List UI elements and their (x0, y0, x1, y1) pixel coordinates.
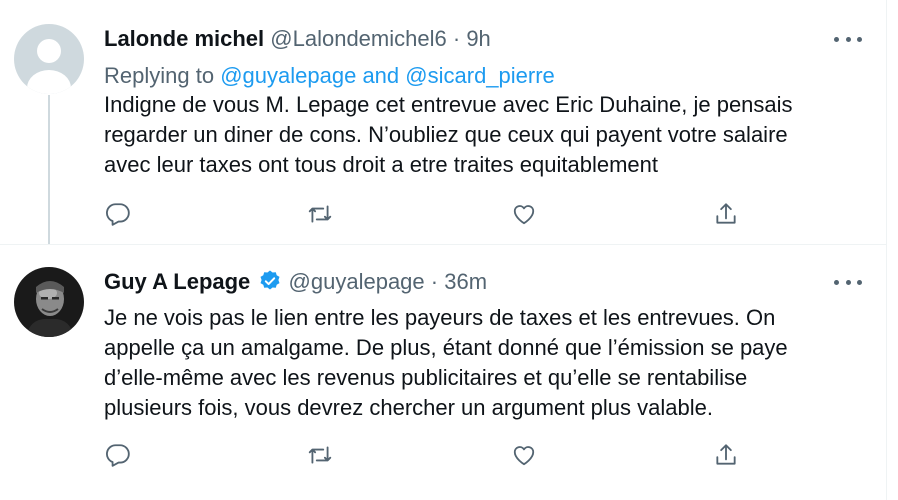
avatar-default[interactable] (14, 24, 84, 94)
retweet-button[interactable] (305, 440, 335, 470)
author-name[interactable]: Guy A Lepage (104, 269, 250, 294)
verified-badge-icon (260, 270, 280, 290)
author-handle[interactable]: @Lalondemichel6 (270, 26, 446, 51)
like-button[interactable] (509, 440, 539, 470)
more-horizontal-icon[interactable] (834, 275, 862, 289)
heart-icon (513, 446, 535, 466)
tweet-timestamp[interactable]: 9h (466, 26, 490, 51)
tweet-text: Je ne vois pas le lien entre les payeurs… (104, 303, 864, 423)
reply-button[interactable] (103, 199, 133, 229)
reply-bubble-icon (106, 203, 130, 226)
share-button[interactable] (711, 199, 741, 229)
tweet-text-line: regarder un diner de cons. N’oubliez que… (104, 122, 788, 147)
avatar-photo[interactable] (14, 267, 84, 337)
tweet-main[interactable]: Guy A Lepage @guyalepage · 36m Je ne voi… (0, 244, 886, 489)
share-button[interactable] (711, 440, 741, 470)
profile-photo-icon (14, 267, 84, 337)
retweet-arrows-icon (308, 446, 332, 464)
retweet-button[interactable] (305, 199, 335, 229)
default-avatar-icon (14, 24, 84, 94)
tweet-text-line: Indigne de vous M. Lepage cet entrevue a… (104, 92, 793, 117)
reply-button[interactable] (103, 440, 133, 470)
like-button[interactable] (509, 199, 539, 229)
reply-bubble-icon (106, 444, 130, 467)
mention-link-guyalepage[interactable]: @guyalepage (220, 63, 356, 88)
separator-dot: · (452, 26, 461, 51)
heart-icon (513, 205, 535, 225)
timeline-right-border (886, 0, 887, 500)
tweet-header: Lalonde michel @Lalondemichel6 · 9h (104, 25, 491, 53)
tweet-actions (0, 199, 886, 229)
replying-and-label[interactable]: and (362, 63, 399, 88)
tweet-actions (0, 440, 886, 470)
tweet-reply[interactable]: Lalonde michel @Lalondemichel6 · 9h Repl… (0, 0, 886, 244)
replying-to-line: Replying to @guyalepage and @sicard_pier… (104, 62, 555, 90)
tweet-header: Guy A Lepage @guyalepage · 36m (104, 268, 487, 296)
separator-dot: · (430, 269, 439, 294)
retweet-arrows-icon (308, 205, 332, 223)
replying-to-label: Replying to (104, 63, 215, 88)
author-name[interactable]: Lalonde michel (104, 26, 264, 51)
tweet-text: Indigne de vous M. Lepage cet entrevue a… (104, 90, 864, 180)
tweet-text-line: avec leur taxes ont tous droit a etre tr… (104, 152, 658, 177)
share-upload-icon (716, 203, 736, 224)
tweet-text-line: d’elle-même avec les revenus publicitair… (104, 365, 748, 390)
tweet-timestamp[interactable]: 36m (444, 269, 487, 294)
tweet-text-line: appelle ça un amalgame. De plus, étant d… (104, 335, 788, 360)
mention-link-sicard-pierre[interactable]: @sicard_pierre (405, 63, 555, 88)
tweet-text-line: Je ne vois pas le lien entre les payeurs… (104, 305, 776, 330)
author-handle[interactable]: @guyalepage (289, 269, 425, 294)
more-horizontal-icon[interactable] (834, 32, 862, 46)
share-upload-icon (716, 444, 736, 465)
tweet-text-line: plusieurs fois, vous devrez chercher un … (104, 395, 713, 420)
